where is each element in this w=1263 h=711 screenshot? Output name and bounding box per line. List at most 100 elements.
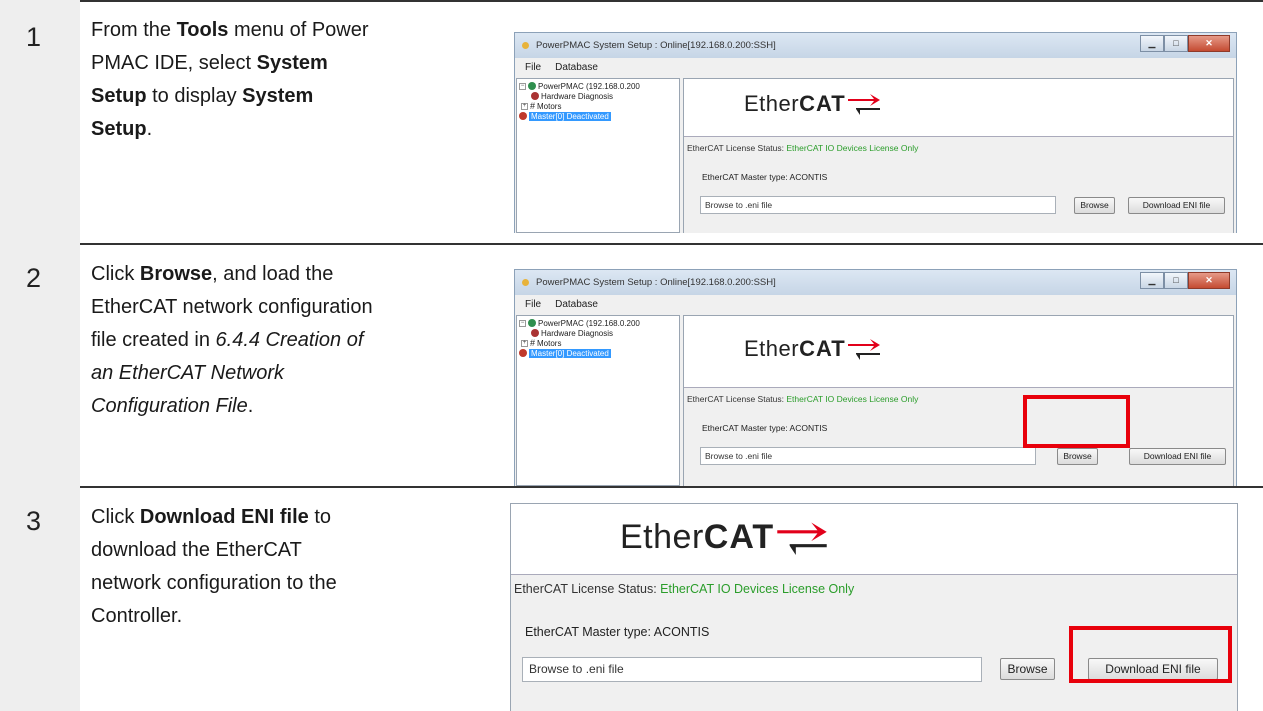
tree-item-master[interactable]: Master[0] Deactivated — [519, 348, 611, 358]
instruction-text: to — [308, 506, 332, 528]
step-3: 3 Click Download ENI file to download the… — [0, 486, 1263, 711]
divider — [0, 0, 1263, 2]
expand-icon[interactable]: + — [521, 339, 528, 347]
master-type: EtherCAT Master type: ACONTIS — [702, 172, 828, 182]
ethercat-panel: Ether CAT EtherCAT License Status: EtherC… — [683, 315, 1234, 486]
maximize-button[interactable]: □ — [1164, 35, 1188, 52]
eni-path-input[interactable]: Browse to .eni file — [700, 196, 1056, 214]
instruction-text: . — [146, 118, 153, 140]
license-status-value: EtherCAT IO Devices License Only — [786, 394, 919, 404]
instruction-text: Controller. — [91, 605, 183, 627]
instruction-text: 6.4.4 Creation of — [215, 329, 364, 351]
tree-item-hardware-diagnosis[interactable]: Hardware Diagnosis — [531, 91, 613, 101]
instruction-text: . — [247, 395, 254, 417]
instruction-text: Setup — [91, 118, 147, 140]
app-icon — [522, 279, 529, 286]
browse-highlight — [1023, 395, 1130, 448]
ethercat-arrows-icon — [777, 522, 827, 555]
minimize-button[interactable]: ▁ — [1140, 272, 1164, 289]
instruction-line: file created in 6.4.4 Creation of — [91, 324, 491, 357]
expand-icon[interactable]: + — [521, 102, 528, 110]
master-icon — [519, 349, 527, 357]
license-status-value: EtherCAT IO Devices License Only — [786, 143, 919, 153]
instruction-line: EtherCAT network configuration — [91, 291, 491, 324]
collapse-icon[interactable]: − — [519, 319, 526, 327]
master-type: EtherCAT Master type: ACONTIS — [702, 423, 828, 433]
system-setup-window: PowerPMAC System Setup : Online[192.168.… — [514, 269, 1237, 486]
instruction-line: Setup to display System — [91, 80, 491, 113]
instruction-text: Setup — [91, 85, 147, 107]
ethercat-logo: Ether CAT — [744, 91, 882, 117]
instruction-text: an EtherCAT Network — [91, 362, 285, 384]
ethercat-logo: Ether CAT — [620, 518, 830, 557]
motor-icon: # — [530, 101, 536, 111]
system-setup-window: PowerPMAC System Setup : Online[192.168.… — [514, 32, 1237, 233]
close-button[interactable]: ✕ — [1188, 35, 1230, 52]
ethercat-panel: Ether CAT EtherCAT License Status: EtherC… — [683, 78, 1234, 233]
eni-path-input[interactable]: Browse to .eni file — [700, 447, 1036, 465]
browse-button[interactable]: Browse — [1074, 197, 1115, 214]
step-number: 2 — [26, 263, 42, 293]
instruction-line: PMAC IDE, select System — [91, 47, 491, 80]
tree-item-hardware-diagnosis[interactable]: Hardware Diagnosis — [531, 328, 613, 338]
license-status-line: EtherCAT License Status: EtherCAT IO Dev… — [687, 394, 919, 404]
instruction-text: Tools — [176, 19, 229, 41]
download-eni-button[interactable]: Download ENI file — [1129, 448, 1226, 465]
instruction-line: From the Tools menu of Power — [91, 14, 491, 47]
divider — [0, 243, 1263, 245]
menu-database[interactable]: Database — [555, 62, 598, 73]
menu-file[interactable]: File — [525, 299, 541, 310]
maximize-button[interactable]: □ — [1164, 272, 1188, 289]
tree-item-motors[interactable]: + # Motors — [521, 101, 561, 111]
master-type: EtherCAT Master type: ACONTIS — [525, 625, 710, 639]
instruction-line: Controller. — [91, 600, 491, 633]
tree-item-master[interactable]: Master[0] Deactivated — [519, 111, 611, 121]
tree-item-motors[interactable]: + # Motors — [521, 338, 561, 348]
tree-item-powerpmac[interactable]: − PowerPMAC (192.168.0.200 — [519, 318, 640, 328]
download-eni-button[interactable]: Download ENI file — [1128, 197, 1225, 214]
instruction-line: Configuration File. — [91, 390, 491, 423]
collapse-icon[interactable]: − — [519, 82, 526, 90]
instruction-text: , and load the — [212, 263, 334, 285]
step-2: 2 Click Browse, and load the EtherCAT net… — [0, 243, 1263, 486]
instruction-text: From the — [91, 19, 177, 41]
instruction-line: network configuration to the — [91, 567, 491, 600]
browse-button[interactable]: Browse — [1057, 448, 1098, 465]
instruction-line: Setup. — [91, 113, 491, 146]
minimize-button[interactable]: ▁ — [1140, 35, 1164, 52]
menu-bar: File Database — [515, 295, 1236, 314]
tree-item-powerpmac[interactable]: − PowerPMAC (192.168.0.200 — [519, 81, 640, 91]
menu-file[interactable]: File — [525, 62, 541, 73]
instruction-line: Click Download ENI file to — [91, 501, 491, 534]
app-icon — [522, 42, 529, 49]
instruction-text: Click — [91, 506, 140, 528]
window-title: PowerPMAC System Setup : Online[192.168.… — [536, 277, 776, 288]
motor-icon: # — [530, 338, 536, 348]
menu-database[interactable]: Database — [555, 299, 598, 310]
menu-bar: File Database — [515, 58, 1236, 77]
logo-area: Ether CAT — [684, 79, 1233, 137]
step-1: 1 From the Tools menu of Power PMAC IDE, … — [0, 0, 1263, 243]
window-titlebar: PowerPMAC System Setup : Online[192.168.… — [515, 33, 1236, 58]
license-status-line: EtherCAT License Status: EtherCAT IO Dev… — [687, 143, 919, 153]
close-button[interactable]: ✕ — [1188, 272, 1230, 289]
instruction-line: download the EtherCAT — [91, 534, 491, 567]
diagnosis-icon — [531, 329, 539, 337]
eni-path-input[interactable]: Browse to .eni file — [522, 657, 982, 682]
logo-area: Ether CAT — [511, 504, 1237, 575]
window-titlebar: PowerPMAC System Setup : Online[192.168.… — [515, 270, 1236, 295]
window-title: PowerPMAC System Setup : Online[192.168.… — [536, 40, 776, 51]
logo-area: Ether CAT — [684, 316, 1233, 388]
master-icon — [519, 112, 527, 120]
instruction-text: PMAC IDE, select — [91, 52, 257, 74]
step-instructions: Click Download ENI file to download the E… — [91, 501, 491, 633]
instruction-text: to display — [146, 85, 243, 107]
browse-button[interactable]: Browse — [1000, 658, 1055, 680]
instruction-text: System — [242, 85, 314, 107]
instruction-line: Click Browse, and load the — [91, 258, 491, 291]
license-status-value: EtherCAT IO Devices License Only — [660, 582, 855, 596]
instruction-text: Browse — [139, 263, 213, 285]
instruction-text: Click — [91, 263, 140, 285]
divider — [0, 486, 1263, 488]
step-instructions: From the Tools menu of Power PMAC IDE, se… — [91, 14, 491, 146]
